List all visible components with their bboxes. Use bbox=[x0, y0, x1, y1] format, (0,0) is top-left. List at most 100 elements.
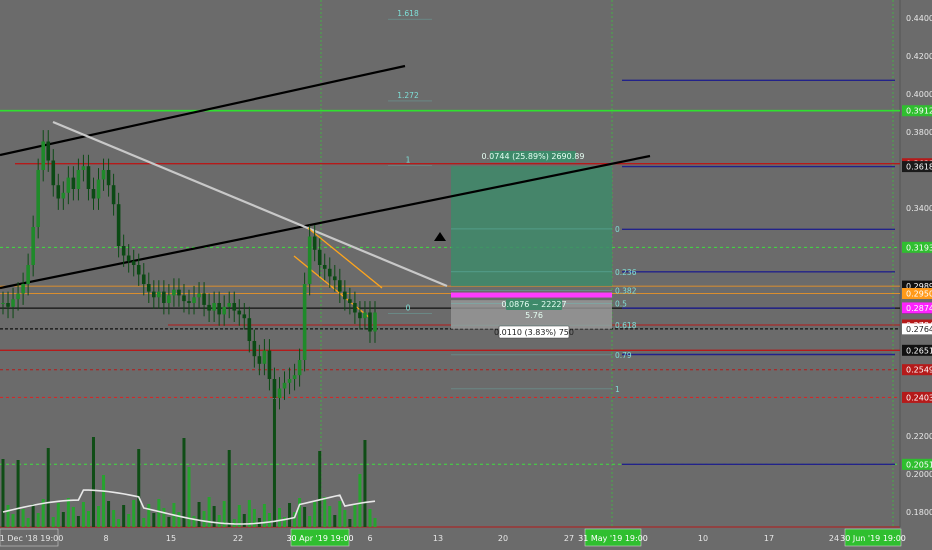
volume-bar bbox=[262, 504, 266, 527]
target-label: 0.0744 (25.89%) 2690.89 bbox=[482, 152, 585, 161]
time-axis-tick-10: 24 bbox=[829, 534, 839, 543]
volume-bar bbox=[197, 502, 201, 527]
volume-bar bbox=[117, 519, 121, 527]
price-tag-5: 0.2950 bbox=[906, 290, 932, 299]
price-axis-tick-2: 0.4000 bbox=[906, 90, 932, 99]
target-zone bbox=[451, 166, 612, 287]
volume-bar bbox=[112, 510, 116, 527]
price-axis-tick-1: 0.4200 bbox=[906, 52, 932, 61]
candle-body bbox=[222, 306, 226, 315]
fib-retracement-label-5: 0.79 bbox=[615, 351, 632, 360]
time-axis-tick-9: 17 bbox=[764, 534, 774, 543]
volume-bar bbox=[288, 503, 292, 527]
volume-bar bbox=[86, 511, 90, 527]
date-tag-2: 31 May '19 19:00 bbox=[578, 534, 648, 543]
price-tag-3: 0.3193 bbox=[906, 243, 932, 252]
volume-bar bbox=[51, 517, 55, 527]
price-tag-2: 0.3618 bbox=[906, 163, 932, 172]
fib-retracement-label-6: 1 bbox=[615, 385, 620, 394]
volume-bar bbox=[343, 510, 347, 527]
time-axis-tick-4: 13 bbox=[433, 534, 443, 543]
volume-bar bbox=[31, 504, 35, 527]
trading-chart[interactable]: 0 0.236 0.382 0.5 0.618 0.79 1 1.618 1.272 1 0 0.07… bbox=[0, 0, 932, 550]
price-tag-7: 0.2874 bbox=[906, 304, 932, 313]
volume-bar bbox=[242, 514, 246, 527]
time-axis-tick-6: 27 bbox=[564, 534, 574, 543]
candle-body bbox=[131, 261, 136, 265]
volume-bar bbox=[212, 506, 216, 527]
candle-body bbox=[1, 303, 5, 304]
time-axis-tick-8: 10 bbox=[698, 534, 708, 543]
candle-body bbox=[297, 360, 302, 376]
volume-bar bbox=[11, 514, 15, 527]
candle-body bbox=[187, 301, 191, 303]
candle-body bbox=[292, 375, 297, 379]
candle-body bbox=[327, 268, 332, 277]
candle-body bbox=[121, 246, 126, 256]
candle-body bbox=[26, 265, 30, 284]
candle-body bbox=[91, 189, 96, 199]
time-axis-tick-1: 15 bbox=[166, 534, 176, 543]
candle-body bbox=[157, 291, 161, 298]
candle-body bbox=[51, 160, 56, 186]
candle-body bbox=[111, 185, 116, 205]
fib-retracement-label-0: 0 bbox=[615, 225, 620, 234]
candle-body bbox=[312, 236, 317, 250]
candle-body bbox=[232, 303, 237, 311]
time-axis-bar bbox=[0, 527, 932, 550]
candle-body bbox=[332, 276, 337, 281]
volume-bar bbox=[283, 517, 287, 527]
volume-bar bbox=[56, 503, 60, 527]
volume-bar bbox=[267, 513, 271, 527]
candle-body bbox=[227, 303, 232, 307]
candle-body bbox=[146, 284, 151, 292]
date-tag-1: 30 Apr '19 19:00 bbox=[286, 534, 353, 543]
time-axis-tick-3: 6 bbox=[367, 534, 372, 543]
volume-bar bbox=[71, 507, 75, 527]
candle-body bbox=[6, 303, 10, 307]
candle-body bbox=[363, 312, 367, 319]
fib-retracement-label-3: 0.5 bbox=[615, 300, 627, 309]
candle-body bbox=[96, 179, 101, 199]
volume-bar bbox=[192, 516, 196, 527]
volume-bar bbox=[167, 517, 171, 527]
candle-body bbox=[373, 312, 377, 332]
fib-retracement-label-1: 0.236 bbox=[615, 268, 637, 277]
volume-bar bbox=[97, 506, 101, 527]
candle-body bbox=[177, 289, 181, 296]
volume-bar bbox=[137, 449, 141, 527]
candle-body bbox=[202, 293, 206, 305]
volume-bar bbox=[227, 450, 231, 527]
candle-body bbox=[207, 304, 211, 311]
volume-bar bbox=[91, 437, 95, 527]
volume-bar bbox=[162, 508, 166, 527]
candle-body bbox=[217, 303, 221, 315]
candle-body bbox=[162, 291, 166, 303]
candle-body bbox=[212, 303, 216, 311]
candle-body bbox=[307, 236, 312, 284]
candle-body bbox=[46, 141, 51, 161]
candle-body bbox=[172, 289, 176, 296]
candle-body bbox=[237, 310, 242, 315]
price-axis-tick-0: 0.4400 bbox=[906, 14, 932, 23]
volume-bar bbox=[152, 513, 156, 527]
price-axis-tick-3: 0.3800 bbox=[906, 128, 932, 137]
fib-retracement-label-2: 0.382 bbox=[615, 286, 637, 295]
candle-body bbox=[282, 382, 287, 389]
fib-extension-label-2: 1 bbox=[406, 156, 411, 165]
price-chart-svg[interactable]: 00.2360.3820.50.6180.7911.6181.272100.07… bbox=[0, 0, 932, 550]
price-tag-10: 0.2651 bbox=[906, 346, 932, 355]
price-axis-tick-7: 0.2000 bbox=[906, 470, 932, 479]
price-tag-12: 0.2403 bbox=[906, 393, 932, 402]
candle-body bbox=[141, 274, 146, 284]
volume-bar bbox=[202, 511, 206, 527]
candle-body bbox=[338, 280, 342, 292]
candle-body bbox=[136, 265, 141, 275]
reward-ratio-label: 5.76 bbox=[525, 311, 543, 320]
volume-bar bbox=[348, 519, 352, 527]
volume-bar bbox=[368, 509, 372, 527]
candle-body bbox=[343, 291, 347, 300]
candle-body bbox=[11, 299, 15, 307]
fib-extension-label-3: 0 bbox=[406, 304, 411, 313]
volume-bar bbox=[298, 498, 302, 527]
